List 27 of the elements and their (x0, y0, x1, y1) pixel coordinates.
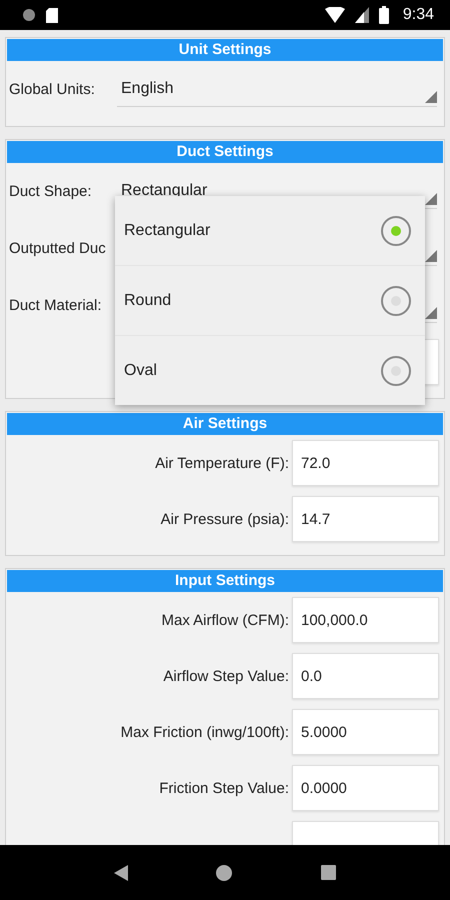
section-header: Unit Settings (7, 39, 443, 61)
field-label: Global Units: (9, 81, 96, 98)
field-label: Max Friction (inwg/100ft): (120, 724, 289, 740)
input-field[interactable]: 0.0 (292, 653, 439, 699)
field-label: Air Temperature (F): (155, 454, 289, 472)
input-field[interactable]: 72.0 (292, 440, 439, 486)
input-field[interactable]: 5.0000 (292, 709, 439, 755)
field-label: Max Airflow (CFM): (162, 612, 289, 628)
input-field[interactable]: 100,000.0 (292, 597, 439, 643)
dropdown[interactable]: English (117, 72, 437, 107)
section-header: Input Settings (7, 570, 443, 592)
field-label: Airflow Step Value: (163, 668, 289, 684)
section-header: Air Settings (7, 413, 443, 435)
field-label: Duct Shape: (9, 183, 93, 200)
menu-option[interactable]: Oval (115, 335, 425, 405)
field-label: Air Pressure (psia): (160, 510, 289, 528)
field-label: Friction Step Value: (159, 780, 289, 796)
field-label: Outputted Duc (9, 240, 107, 257)
input-field[interactable]: 14.7 (292, 496, 439, 542)
menu-option[interactable]: Round (115, 265, 425, 335)
input-field[interactable]: 0.0000 (292, 765, 439, 811)
clock: 9:34 (402, 6, 434, 24)
option-label: Rectangular (124, 222, 210, 240)
option-label: Oval (124, 362, 157, 380)
option-label: Round (124, 292, 172, 310)
section-header: Duct Settings (7, 141, 443, 163)
field-label: Duct Material: (9, 297, 103, 314)
